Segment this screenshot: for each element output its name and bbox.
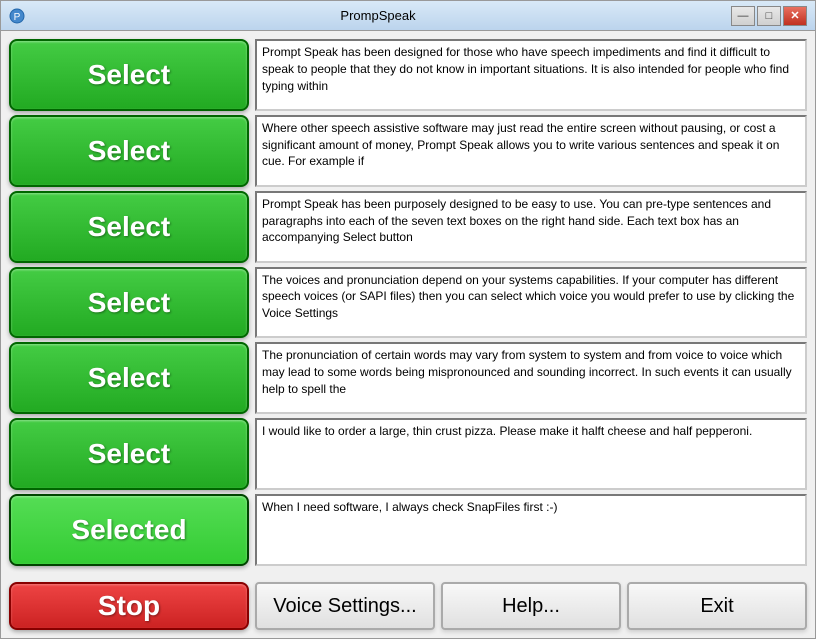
voice-settings-button[interactable]: Voice Settings... [255, 582, 435, 630]
close-button[interactable]: ✕ [783, 6, 807, 26]
stop-button[interactable]: Stop [9, 582, 249, 630]
help-button[interactable]: Help... [441, 582, 621, 630]
exit-button[interactable]: Exit [627, 582, 807, 630]
text-area-wrapper-4 [255, 267, 807, 339]
row-1: Select [9, 39, 807, 111]
main-content: SelectSelectSelectSelectSelectSelectSele… [1, 31, 815, 574]
minimize-button[interactable]: — [731, 6, 755, 26]
window-title: PrompSpeak [25, 8, 731, 23]
text-area-wrapper-1 [255, 39, 807, 111]
select-button-3[interactable]: Select [9, 191, 249, 263]
svg-text:P: P [14, 12, 21, 23]
text-area-6[interactable] [255, 418, 807, 490]
text-area-wrapper-3 [255, 191, 807, 263]
select-button-1[interactable]: Select [9, 39, 249, 111]
text-area-7[interactable] [255, 494, 807, 566]
bottom-bar: Stop Voice Settings... Help... Exit [1, 574, 815, 638]
title-bar: P PrompSpeak — □ ✕ [1, 1, 815, 31]
window-controls: — □ ✕ [731, 6, 807, 26]
main-window: P PrompSpeak — □ ✕ SelectSelectSelectSel… [0, 0, 816, 639]
app-icon: P [9, 8, 25, 24]
text-area-2[interactable] [255, 115, 807, 187]
text-area-4[interactable] [255, 267, 807, 339]
text-area-1[interactable] [255, 39, 807, 111]
row-5: Select [9, 342, 807, 414]
text-area-wrapper-2 [255, 115, 807, 187]
text-area-5[interactable] [255, 342, 807, 414]
row-2: Select [9, 115, 807, 187]
select-button-4[interactable]: Select [9, 267, 249, 339]
row-3: Select [9, 191, 807, 263]
text-area-3[interactable] [255, 191, 807, 263]
restore-button[interactable]: □ [757, 6, 781, 26]
text-area-wrapper-5 [255, 342, 807, 414]
select-button-5[interactable]: Select [9, 342, 249, 414]
text-area-wrapper-7 [255, 494, 807, 566]
select-button-2[interactable]: Select [9, 115, 249, 187]
row-4: Select [9, 267, 807, 339]
select-button-6[interactable]: Select [9, 418, 249, 490]
text-area-wrapper-6 [255, 418, 807, 490]
select-button-7[interactable]: Selected [9, 494, 249, 566]
row-6: Select [9, 418, 807, 490]
row-7: Selected [9, 494, 807, 566]
